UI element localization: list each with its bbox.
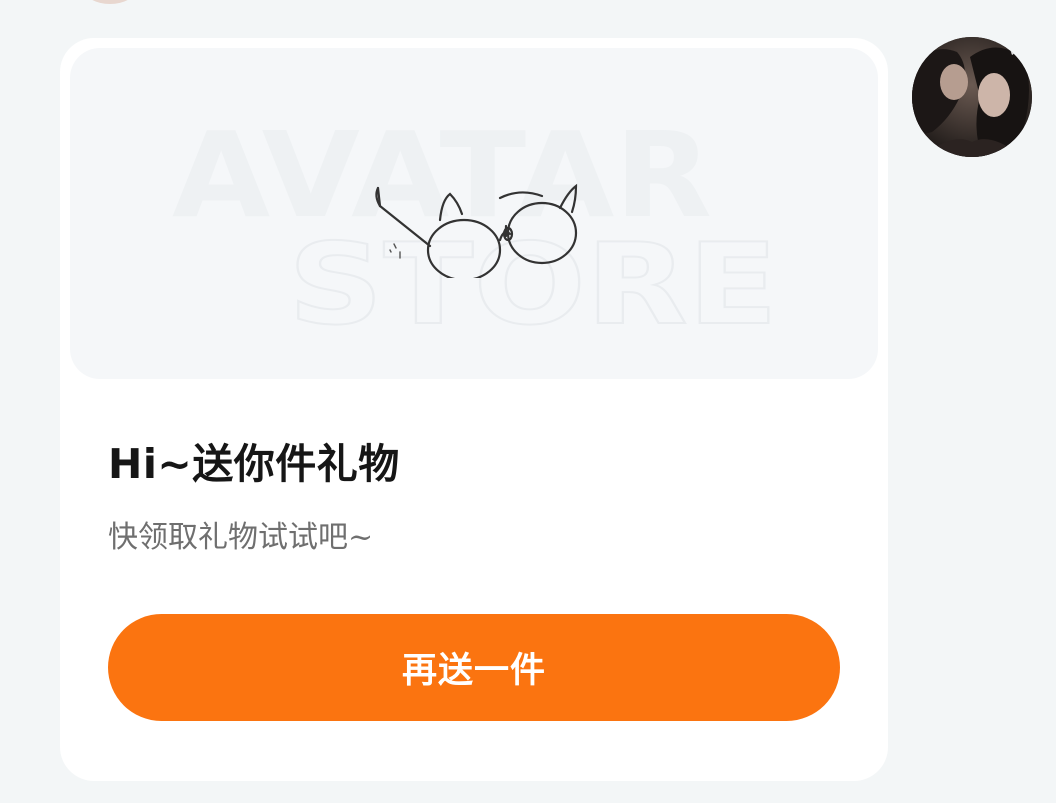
send-another-gift-button[interactable]: 再送一件 <box>108 614 840 721</box>
gift-banner: AVATAR STORE <box>70 48 878 379</box>
user-avatar[interactable] <box>912 37 1032 157</box>
gift-title: Hi~送你件礼物 <box>108 440 400 488</box>
user-avatar-photo <box>912 37 1032 157</box>
previous-message-avatar <box>84 0 136 4</box>
cat-ear-glasses-icon <box>375 183 578 278</box>
gift-message-card[interactable]: AVATAR STORE Hi~送你件礼物 快领取礼物试试吧~ 再送一件 <box>60 38 888 781</box>
gift-subtitle: 快领取礼物试试吧~ <box>108 520 374 555</box>
